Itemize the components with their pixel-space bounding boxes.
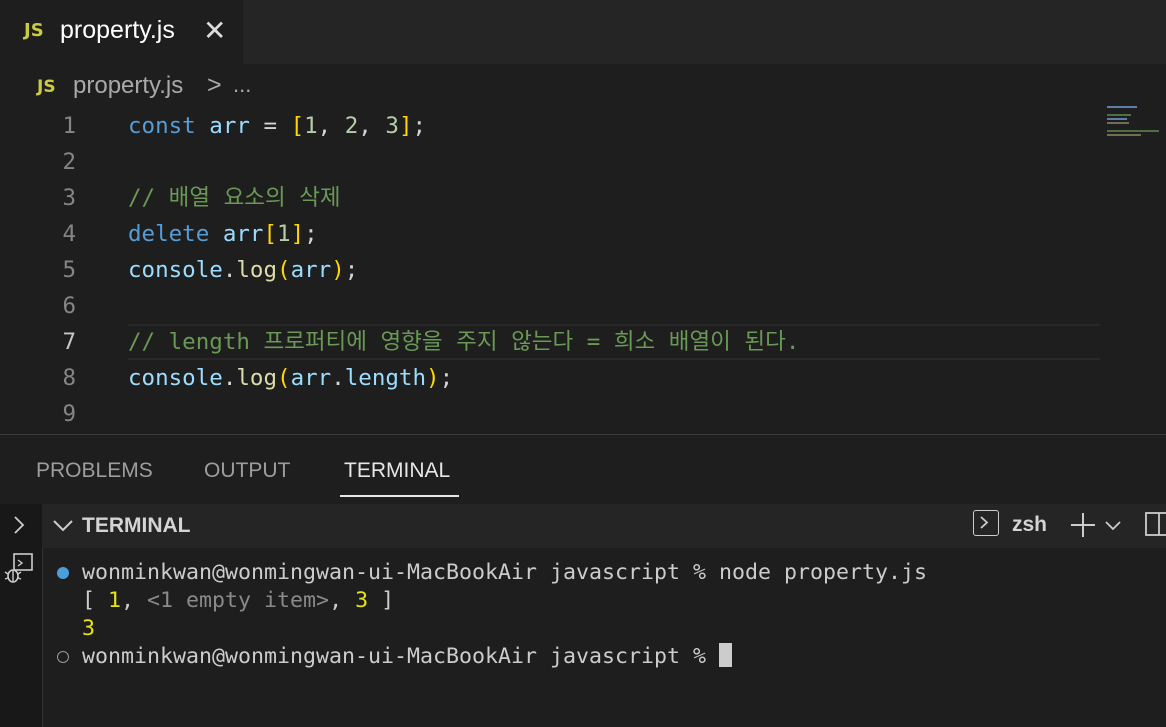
minimap[interactable]	[1107, 106, 1159, 146]
chevron-down-icon[interactable]	[1102, 514, 1124, 536]
terminal-line: wonminkwan@wonmingwan-ui-MacBookAir java…	[82, 560, 928, 585]
chevron-right-icon: >	[207, 71, 222, 99]
line-number: 3	[62, 185, 76, 211]
code-line: 3 // 배열 요소의 삭제	[0, 180, 1100, 216]
tab-terminal[interactable]: TERMINAL	[344, 459, 450, 483]
line-number: 6	[62, 293, 76, 319]
line-number: 5	[62, 257, 76, 283]
code-editor[interactable]: 1 const arr = [1, 2, 3]; 2 3 // 배열 요소의 삭…	[0, 108, 1166, 434]
terminal-header: TERMINAL zsh	[42, 504, 1166, 548]
javascript-file-icon: JS	[37, 77, 56, 97]
command-pending-icon[interactable]	[57, 651, 69, 663]
code-text: console.log(arr);	[128, 257, 359, 283]
line-number: 7	[62, 329, 76, 355]
breadcrumb-file[interactable]: property.js	[73, 72, 183, 100]
tab-output[interactable]: OUTPUT	[204, 459, 290, 483]
code-line: 8 console.log(arr.length);	[0, 360, 1100, 396]
breadcrumb-more[interactable]: ...	[233, 72, 251, 98]
terminal-sidebar	[0, 504, 43, 727]
split-terminal-icon[interactable]	[1144, 510, 1166, 538]
editor-tab-property-js[interactable]: JS property.js ✕	[0, 0, 243, 64]
code-comment: // length 프로퍼티에 영향을 주지 않는다 = 희소 배열이 된다.	[128, 329, 800, 355]
javascript-file-icon: JS	[24, 20, 44, 41]
code-line: 5 console.log(arr);	[0, 252, 1100, 288]
code-text: console.log(arr.length);	[128, 365, 454, 391]
close-icon[interactable]: ✕	[203, 14, 226, 47]
terminal-line: 3	[82, 616, 96, 641]
code-line-active: 7 // length 프로퍼티에 영향을 주지 않는다 = 희소 배열이 된다…	[0, 324, 1100, 360]
active-tab-indicator	[340, 495, 459, 497]
code-line: 2	[0, 144, 1100, 180]
code-line: 6	[0, 288, 1100, 324]
code-text: const arr = [1, 2, 3];	[128, 113, 427, 139]
plus-icon[interactable]	[1068, 510, 1098, 540]
code-line: 4 delete arr[1];	[0, 216, 1100, 252]
line-number: 2	[62, 149, 76, 175]
editor-tab-bar: JS property.js ✕	[0, 0, 1166, 64]
shell-name[interactable]: zsh	[1012, 513, 1047, 537]
line-number: 9	[62, 401, 76, 427]
tab-problems[interactable]: PROBLEMS	[36, 459, 153, 483]
code-comment: // 배열 요소의 삭제	[128, 185, 341, 211]
terminal-shell-icon[interactable]	[973, 510, 999, 536]
debug-console-icon[interactable]	[2, 552, 36, 586]
code-line: 1 const arr = [1, 2, 3];	[0, 108, 1100, 144]
chevron-down-icon[interactable]	[50, 512, 76, 538]
command-success-icon[interactable]	[57, 567, 69, 579]
line-number: 8	[62, 365, 76, 391]
terminal-line: wonminkwan@wonmingwan-ui-MacBookAir java…	[82, 643, 733, 671]
line-number: 1	[62, 113, 76, 139]
breadcrumb: JS property.js > ...	[0, 64, 1166, 110]
bottom-panel: PROBLEMS OUTPUT TERMINAL TERMINAL zsh wo…	[0, 434, 1166, 727]
terminal-line: [ 1, <1 empty item>, 3 ]	[82, 588, 395, 613]
tab-label: property.js	[60, 16, 175, 44]
code-line: 9	[0, 396, 1100, 432]
terminal-title: TERMINAL	[82, 514, 191, 537]
line-number: 4	[62, 221, 76, 247]
terminal-cursor	[719, 643, 733, 667]
chevron-right-icon[interactable]	[8, 514, 30, 536]
code-text: delete arr[1];	[128, 221, 318, 247]
terminal-output[interactable]: wonminkwan@wonmingwan-ui-MacBookAir java…	[42, 548, 1166, 727]
